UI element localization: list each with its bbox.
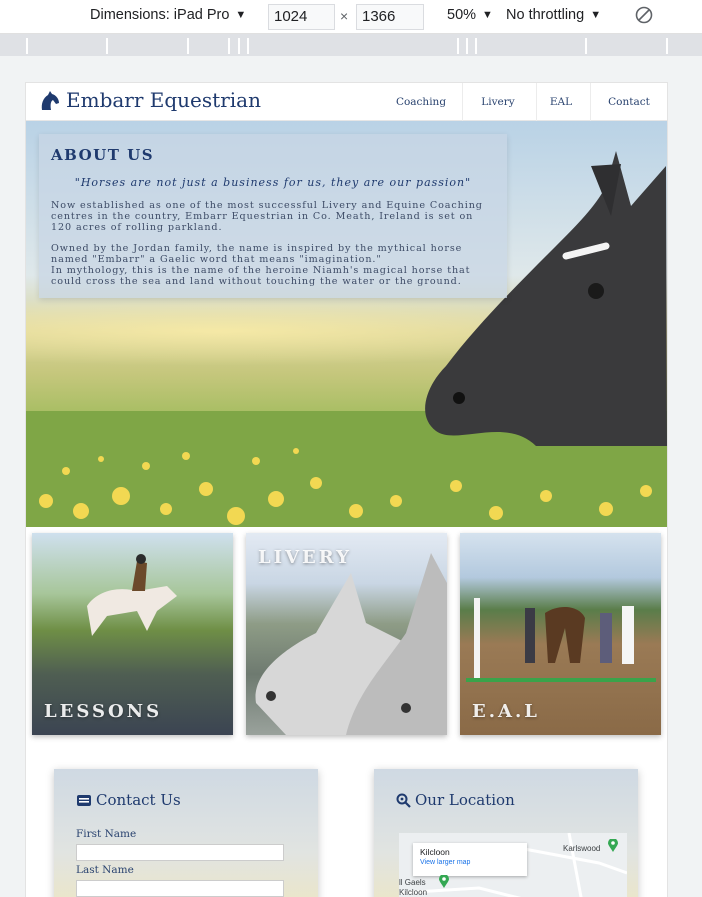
eal-label: E.A.L — [472, 701, 540, 722]
location-heading: Our Location — [396, 791, 515, 809]
first-name-label: First Name — [76, 828, 137, 840]
about-paragraph-2-line-1: Owned by the Jordan family, the name is … — [51, 243, 463, 265]
map-pin-icon — [608, 839, 618, 852]
map-pin-icon — [439, 875, 449, 888]
services-cards: LESSONS LIVERY E.A.L — [26, 533, 667, 735]
horse-logo-icon — [41, 91, 59, 110]
eal-card[interactable]: E.A.L — [460, 533, 661, 735]
view-larger-map-link[interactable]: View larger map — [420, 859, 520, 866]
nav-link-contact[interactable]: Contact — [604, 83, 654, 121]
inbox-icon — [77, 795, 91, 806]
nav-link-eal[interactable]: EAL — [544, 83, 578, 121]
contact-panel: Contact Us First Name Last Name — [54, 769, 318, 897]
hero-section: ABOUT US "Horses are not just a business… — [26, 121, 667, 527]
device-dimensions-dropdown[interactable]: Dimensions: iPad Pro ▼ — [90, 7, 246, 23]
last-name-label: Last Name — [76, 864, 134, 876]
about-title: ABOUT US — [51, 146, 155, 164]
map-place-name: Kilcloon — [420, 847, 450, 857]
location-title: Our Location — [415, 791, 515, 809]
lessons-label: LESSONS — [44, 701, 163, 722]
rotate-icon[interactable] — [635, 6, 653, 24]
caret-down-icon: ▼ — [482, 9, 493, 21]
nav-link-livery[interactable]: Livery — [472, 83, 524, 121]
width-input[interactable]: 1024 — [268, 4, 335, 30]
height-input[interactable]: 1366 — [356, 4, 424, 30]
last-name-input[interactable] — [76, 880, 284, 897]
first-name-input[interactable] — [76, 844, 284, 861]
media-query-ruler — [0, 34, 702, 56]
contact-heading: Contact Us — [76, 791, 181, 809]
map-label-gaels: ll Gaels — [399, 878, 426, 887]
livery-card[interactable]: LIVERY — [246, 533, 447, 735]
location-panel: Our Location Kilcloon View larger map Ka… — [374, 769, 638, 897]
zoom-dropdown[interactable]: 50% ▼ — [447, 7, 493, 23]
devtools-device-toolbar: Dimensions: iPad Pro ▼ 1024 × 1366 50% ▼… — [0, 0, 702, 34]
nav-link-coaching[interactable]: Coaching — [393, 83, 449, 121]
dimensions-label: Dimensions: iPad Pro — [90, 7, 230, 23]
arena-image — [466, 598, 656, 682]
livery-label: LIVERY — [258, 547, 353, 568]
brand-name: Embarr Equestrian — [66, 88, 261, 112]
about-us-panel: ABOUT US "Horses are not just a business… — [39, 134, 507, 298]
throttling-label: No throttling — [506, 7, 585, 23]
caret-down-icon: ▼ — [590, 9, 602, 21]
map-info-card: Kilcloon View larger map — [413, 843, 527, 876]
google-map-embed[interactable]: Kilcloon View larger map Karlswood ll Ga… — [399, 833, 627, 897]
emulated-page: Embarr Equestrian Coaching Livery EAL Co… — [26, 83, 667, 897]
about-paragraph-1: Now established as one of the most succe… — [51, 200, 483, 233]
brand-link[interactable]: Embarr Equestrian — [38, 88, 261, 112]
map-label-kilcloon: Kilcloon — [399, 888, 428, 897]
throttling-dropdown[interactable]: No throttling ▼ — [506, 7, 601, 23]
about-paragraph-2-line-2: In mythology, this is the name of the he… — [51, 265, 471, 287]
jumping-horse-image — [87, 554, 177, 636]
map-label-karlswood: Karlswood — [563, 844, 601, 853]
zoom-label: 50% — [447, 7, 477, 23]
caret-down-icon: ▼ — [235, 9, 247, 21]
search-location-icon — [396, 793, 411, 808]
site-navbar: Embarr Equestrian Coaching Livery EAL Co… — [26, 83, 667, 121]
grey-horses-image — [255, 553, 447, 735]
about-quote: "Horses are not just a business for us, … — [74, 176, 472, 189]
lessons-card[interactable]: LESSONS — [32, 533, 233, 735]
times-symbol: × — [340, 8, 349, 24]
about-paragraph-2: Owned by the Jordan family, the name is … — [51, 243, 495, 287]
contact-title: Contact Us — [96, 791, 181, 809]
